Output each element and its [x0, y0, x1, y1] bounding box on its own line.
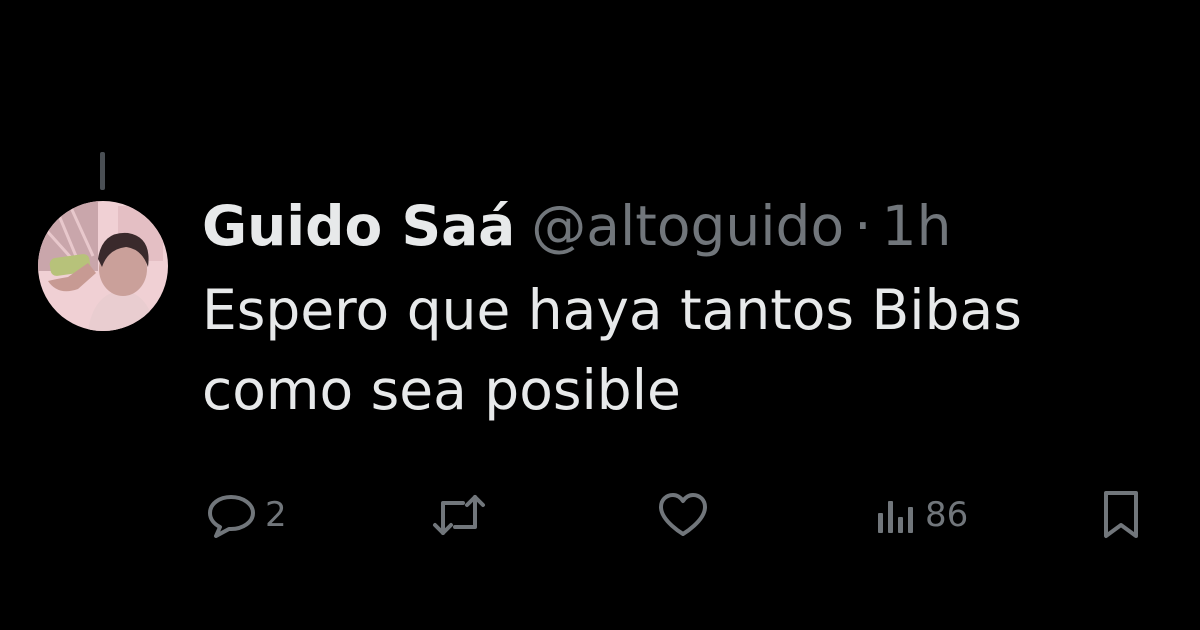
- avatar[interactable]: [38, 201, 168, 331]
- bookmark-button[interactable]: [1098, 485, 1144, 545]
- reply-count: 2: [265, 495, 287, 535]
- views-button[interactable]: 86: [875, 485, 968, 545]
- separator-dot: ·: [854, 194, 872, 258]
- tweet-text: Espero que haya tantos Bibas como sea po…: [202, 270, 1200, 430]
- heart-icon: [656, 491, 710, 539]
- avatar-photo: [38, 201, 168, 331]
- bar-chart-icon: [875, 491, 919, 539]
- tweet-text-line: como sea posible: [202, 358, 681, 422]
- tweet-timestamp[interactable]: 1h: [882, 186, 952, 266]
- bookmark-icon: [1098, 489, 1144, 541]
- author-display-name[interactable]: Guido Saá: [202, 186, 515, 266]
- tweet[interactable]: Guido Saá @altoguido · 1h Espero que hay…: [0, 0, 1200, 630]
- tweet-header: Guido Saá @altoguido · 1h: [202, 186, 951, 266]
- speech-bubble-icon: [205, 491, 259, 539]
- like-button[interactable]: [656, 485, 710, 545]
- retweet-arrows-icon: [430, 491, 488, 539]
- tweet-text-line: Espero que haya tantos Bibas: [202, 278, 1022, 342]
- retweet-button[interactable]: [430, 485, 488, 545]
- views-count: 86: [925, 495, 969, 535]
- reply-button[interactable]: 2: [205, 485, 287, 545]
- thread-line: [100, 152, 105, 190]
- author-handle[interactable]: @altoguido: [531, 186, 844, 266]
